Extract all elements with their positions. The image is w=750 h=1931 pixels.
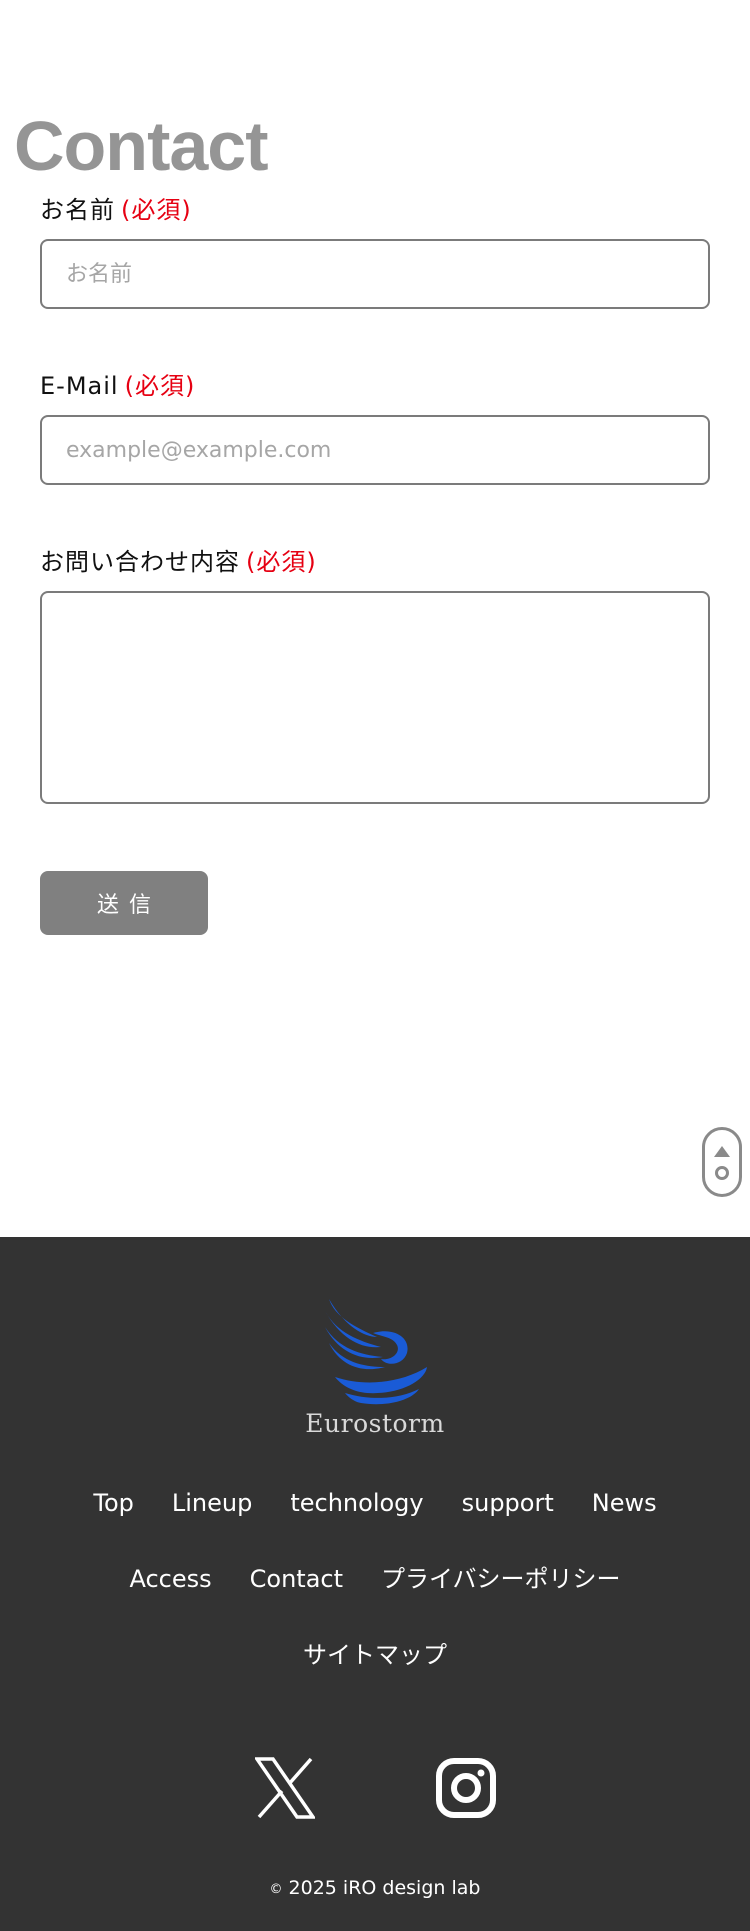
message-textarea[interactable] [40,591,710,804]
email-label: E-Mail (必須) [40,366,710,406]
email-label-text: E-Mail [40,372,119,400]
scroll-to-top-icon [714,1146,730,1157]
footer-link-contact[interactable]: Contact [250,1563,343,1595]
scroll-to-top-button[interactable] [702,1127,742,1197]
instagram-icon [436,1758,496,1818]
name-input[interactable] [40,239,710,309]
footer-link-access[interactable]: Access [129,1563,211,1595]
email-group: E-Mail (必須) [40,366,710,485]
footer-nav-row-1: Top Lineup technology support News [0,1487,750,1563]
footer-link-privacy-policy[interactable]: プライバシーポリシー [381,1563,621,1595]
instagram-link[interactable] [435,1757,497,1819]
name-group: お名前 (必須) [40,190,710,309]
footer-link-news[interactable]: News [592,1487,657,1519]
logo-wordmark: Eurostorm [305,1409,445,1438]
submit-button[interactable]: 送信 [40,871,208,935]
footer-link-technology[interactable]: technology [290,1487,423,1519]
social-links [0,1757,750,1827]
email-input[interactable] [40,415,710,485]
message-required-badge: (必須) [246,548,317,576]
copyright: © 2025 iRO design lab [0,1877,750,1899]
footer-nav-row-3: サイトマップ [0,1639,750,1715]
message-label: お問い合わせ内容 (必須) [40,542,710,582]
footer-link-lineup[interactable]: Lineup [172,1487,252,1519]
site-footer: Eurostorm Top Lineup technology support … [0,1237,750,1931]
footer-nav: Top Lineup technology support News Acces… [0,1487,750,1715]
x-icon [253,1757,317,1819]
footer-link-top[interactable]: Top [93,1487,134,1519]
footer-nav-row-2: Access Contact プライバシーポリシー [0,1563,750,1639]
email-required-badge: (必須) [124,372,196,400]
page-title: Contact [14,107,269,185]
scroll-indicator-icon [715,1166,729,1180]
name-label-text: お名前 [40,196,115,224]
x-link[interactable] [253,1757,317,1819]
message-group: お問い合わせ内容 (必須) [40,542,710,804]
copyright-text: 2025 iRO design lab [288,1877,481,1899]
footer-link-sitemap[interactable]: サイトマップ [303,1639,447,1671]
footer-logo[interactable]: Eurostorm [305,1297,445,1438]
footer-link-support[interactable]: support [462,1487,554,1519]
bird-wave-logo-icon [325,1299,427,1405]
contact-form: お名前(必須) E-Mail(必須) お問い合わせ内容(必須) 送信 [40,190,710,935]
copyright-mark: © [269,1882,283,1897]
name-label: お名前 (必須) [40,190,710,230]
message-label-text: お問い合わせ内容 [40,548,240,576]
name-required-badge: (必須) [121,196,192,224]
